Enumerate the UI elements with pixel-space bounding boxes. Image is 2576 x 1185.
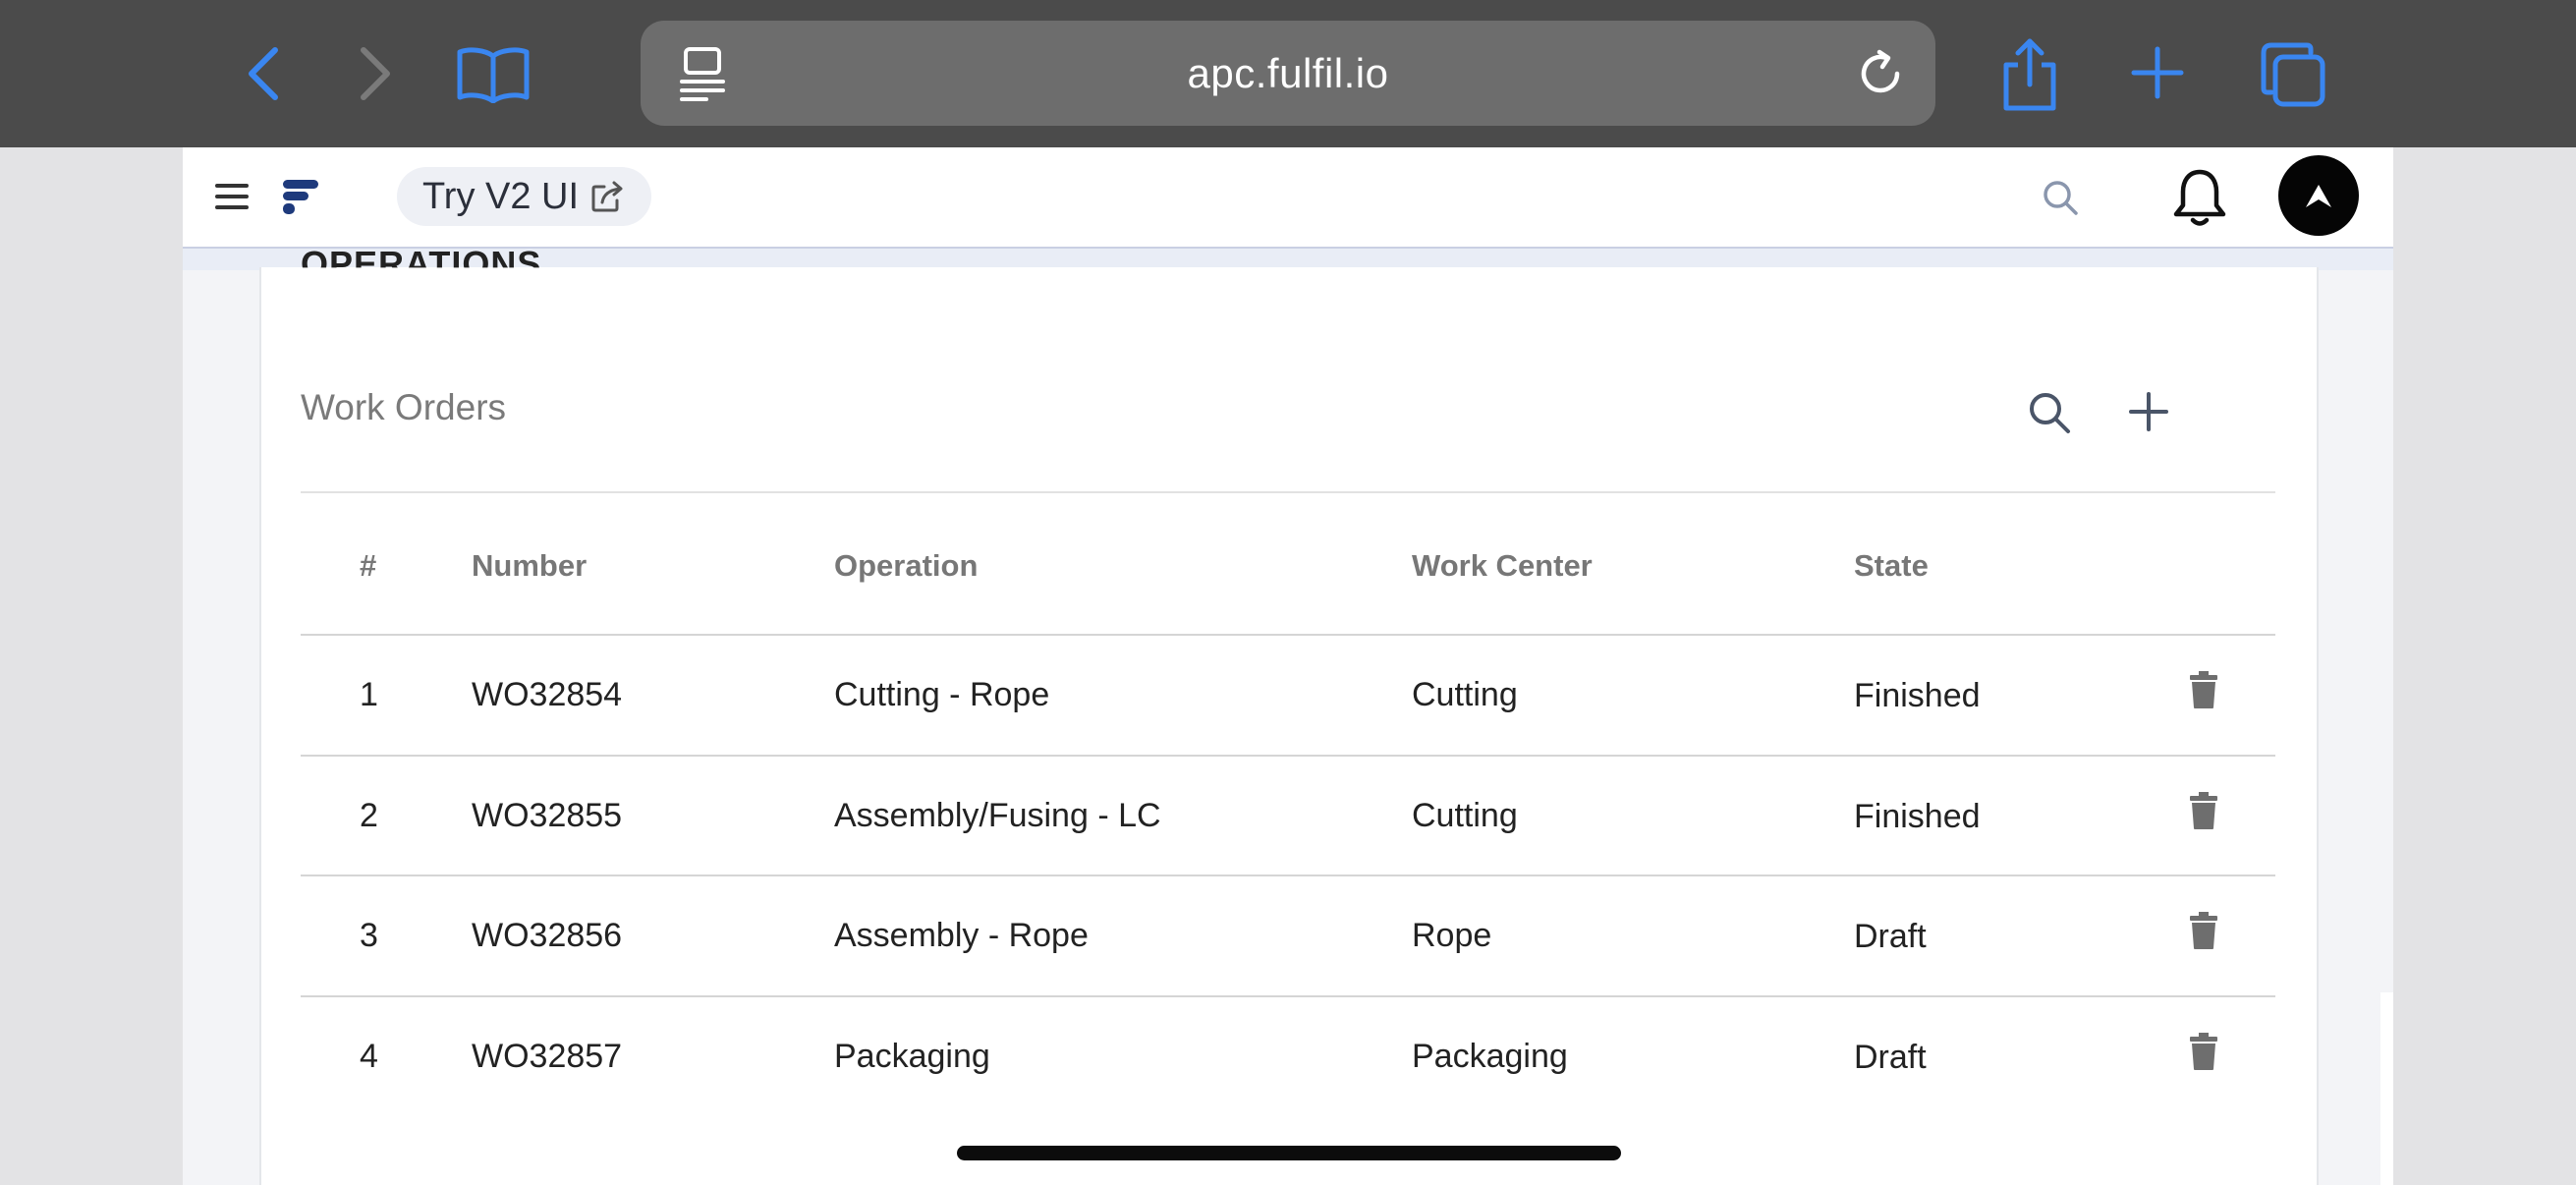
column-header-index[interactable]: # — [360, 548, 376, 584]
try-v2-ui-button[interactable]: Try V2 UI — [397, 167, 652, 226]
row-work-center[interactable]: Cutting — [1412, 676, 1518, 714]
row-operation[interactable]: Cutting - Rope — [834, 676, 1049, 714]
column-header-operation[interactable]: Operation — [834, 548, 978, 584]
row-operation[interactable]: Assembly/Fusing - LC — [834, 797, 1161, 835]
bookmarks-icon[interactable] — [454, 39, 532, 108]
row-number[interactable]: WO32856 — [472, 917, 622, 955]
row-number[interactable]: WO32855 — [472, 797, 622, 835]
add-work-order-icon[interactable] — [2126, 389, 2171, 434]
work-orders-search-icon[interactable] — [2026, 389, 2073, 436]
browser-toolbar: apc.fulfil.io — [0, 0, 2576, 147]
app-header: Try V2 UI — [183, 147, 2393, 249]
row-work-center[interactable]: Rope — [1412, 917, 1491, 955]
fulfil-logo[interactable] — [277, 175, 322, 220]
page-edge — [2380, 992, 2393, 1185]
delete-row-icon[interactable] — [2189, 911, 2218, 950]
row-divider — [301, 995, 2275, 997]
row-state: Draft — [1854, 918, 1927, 955]
share-icon[interactable] — [1994, 35, 2065, 114]
delete-row-icon[interactable] — [2189, 670, 2218, 709]
forward-icon[interactable] — [346, 39, 405, 108]
delete-row-icon[interactable] — [2189, 1032, 2218, 1071]
column-header-number[interactable]: Number — [472, 548, 587, 584]
row-operation[interactable]: Packaging — [834, 1038, 990, 1076]
menu-icon[interactable] — [212, 177, 252, 216]
row-state: Finished — [1854, 798, 1981, 835]
reload-icon[interactable] — [1851, 44, 1910, 103]
home-indicator[interactable] — [957, 1146, 1621, 1160]
column-header-work-center[interactable]: Work Center — [1412, 548, 1593, 584]
avatar[interactable] — [2278, 155, 2359, 236]
title-divider — [301, 491, 2275, 493]
header-divider — [301, 634, 2275, 636]
row-state: Draft — [1854, 1039, 1927, 1076]
search-icon[interactable] — [2038, 175, 2083, 220]
row-number[interactable]: WO32854 — [472, 676, 622, 714]
row-index: 3 — [360, 917, 378, 954]
row-divider — [301, 875, 2275, 876]
row-index: 4 — [360, 1038, 378, 1075]
bell-icon[interactable] — [2167, 165, 2232, 230]
row-operation[interactable]: Assembly - Rope — [834, 917, 1089, 955]
back-icon[interactable] — [234, 39, 293, 108]
delete-row-icon[interactable] — [2189, 791, 2218, 830]
row-work-center[interactable]: Cutting — [1412, 797, 1518, 835]
work-orders-title: Work Orders — [301, 387, 507, 427]
try-v2-ui-label: Try V2 UI — [422, 175, 580, 217]
external-link-icon — [590, 181, 626, 212]
new-tab-icon[interactable] — [2126, 41, 2189, 104]
row-index: 1 — [360, 676, 378, 713]
row-state: Finished — [1854, 677, 1981, 714]
column-header-state[interactable]: State — [1854, 548, 1929, 584]
row-divider — [301, 755, 2275, 757]
row-work-center[interactable]: Packaging — [1412, 1038, 1568, 1076]
address-bar[interactable]: apc.fulfil.io — [641, 21, 1935, 126]
row-index: 2 — [360, 797, 378, 834]
tabs-icon[interactable] — [2258, 39, 2328, 110]
row-number[interactable]: WO32857 — [472, 1038, 622, 1076]
url-text: apc.fulfil.io — [1187, 50, 1389, 96]
